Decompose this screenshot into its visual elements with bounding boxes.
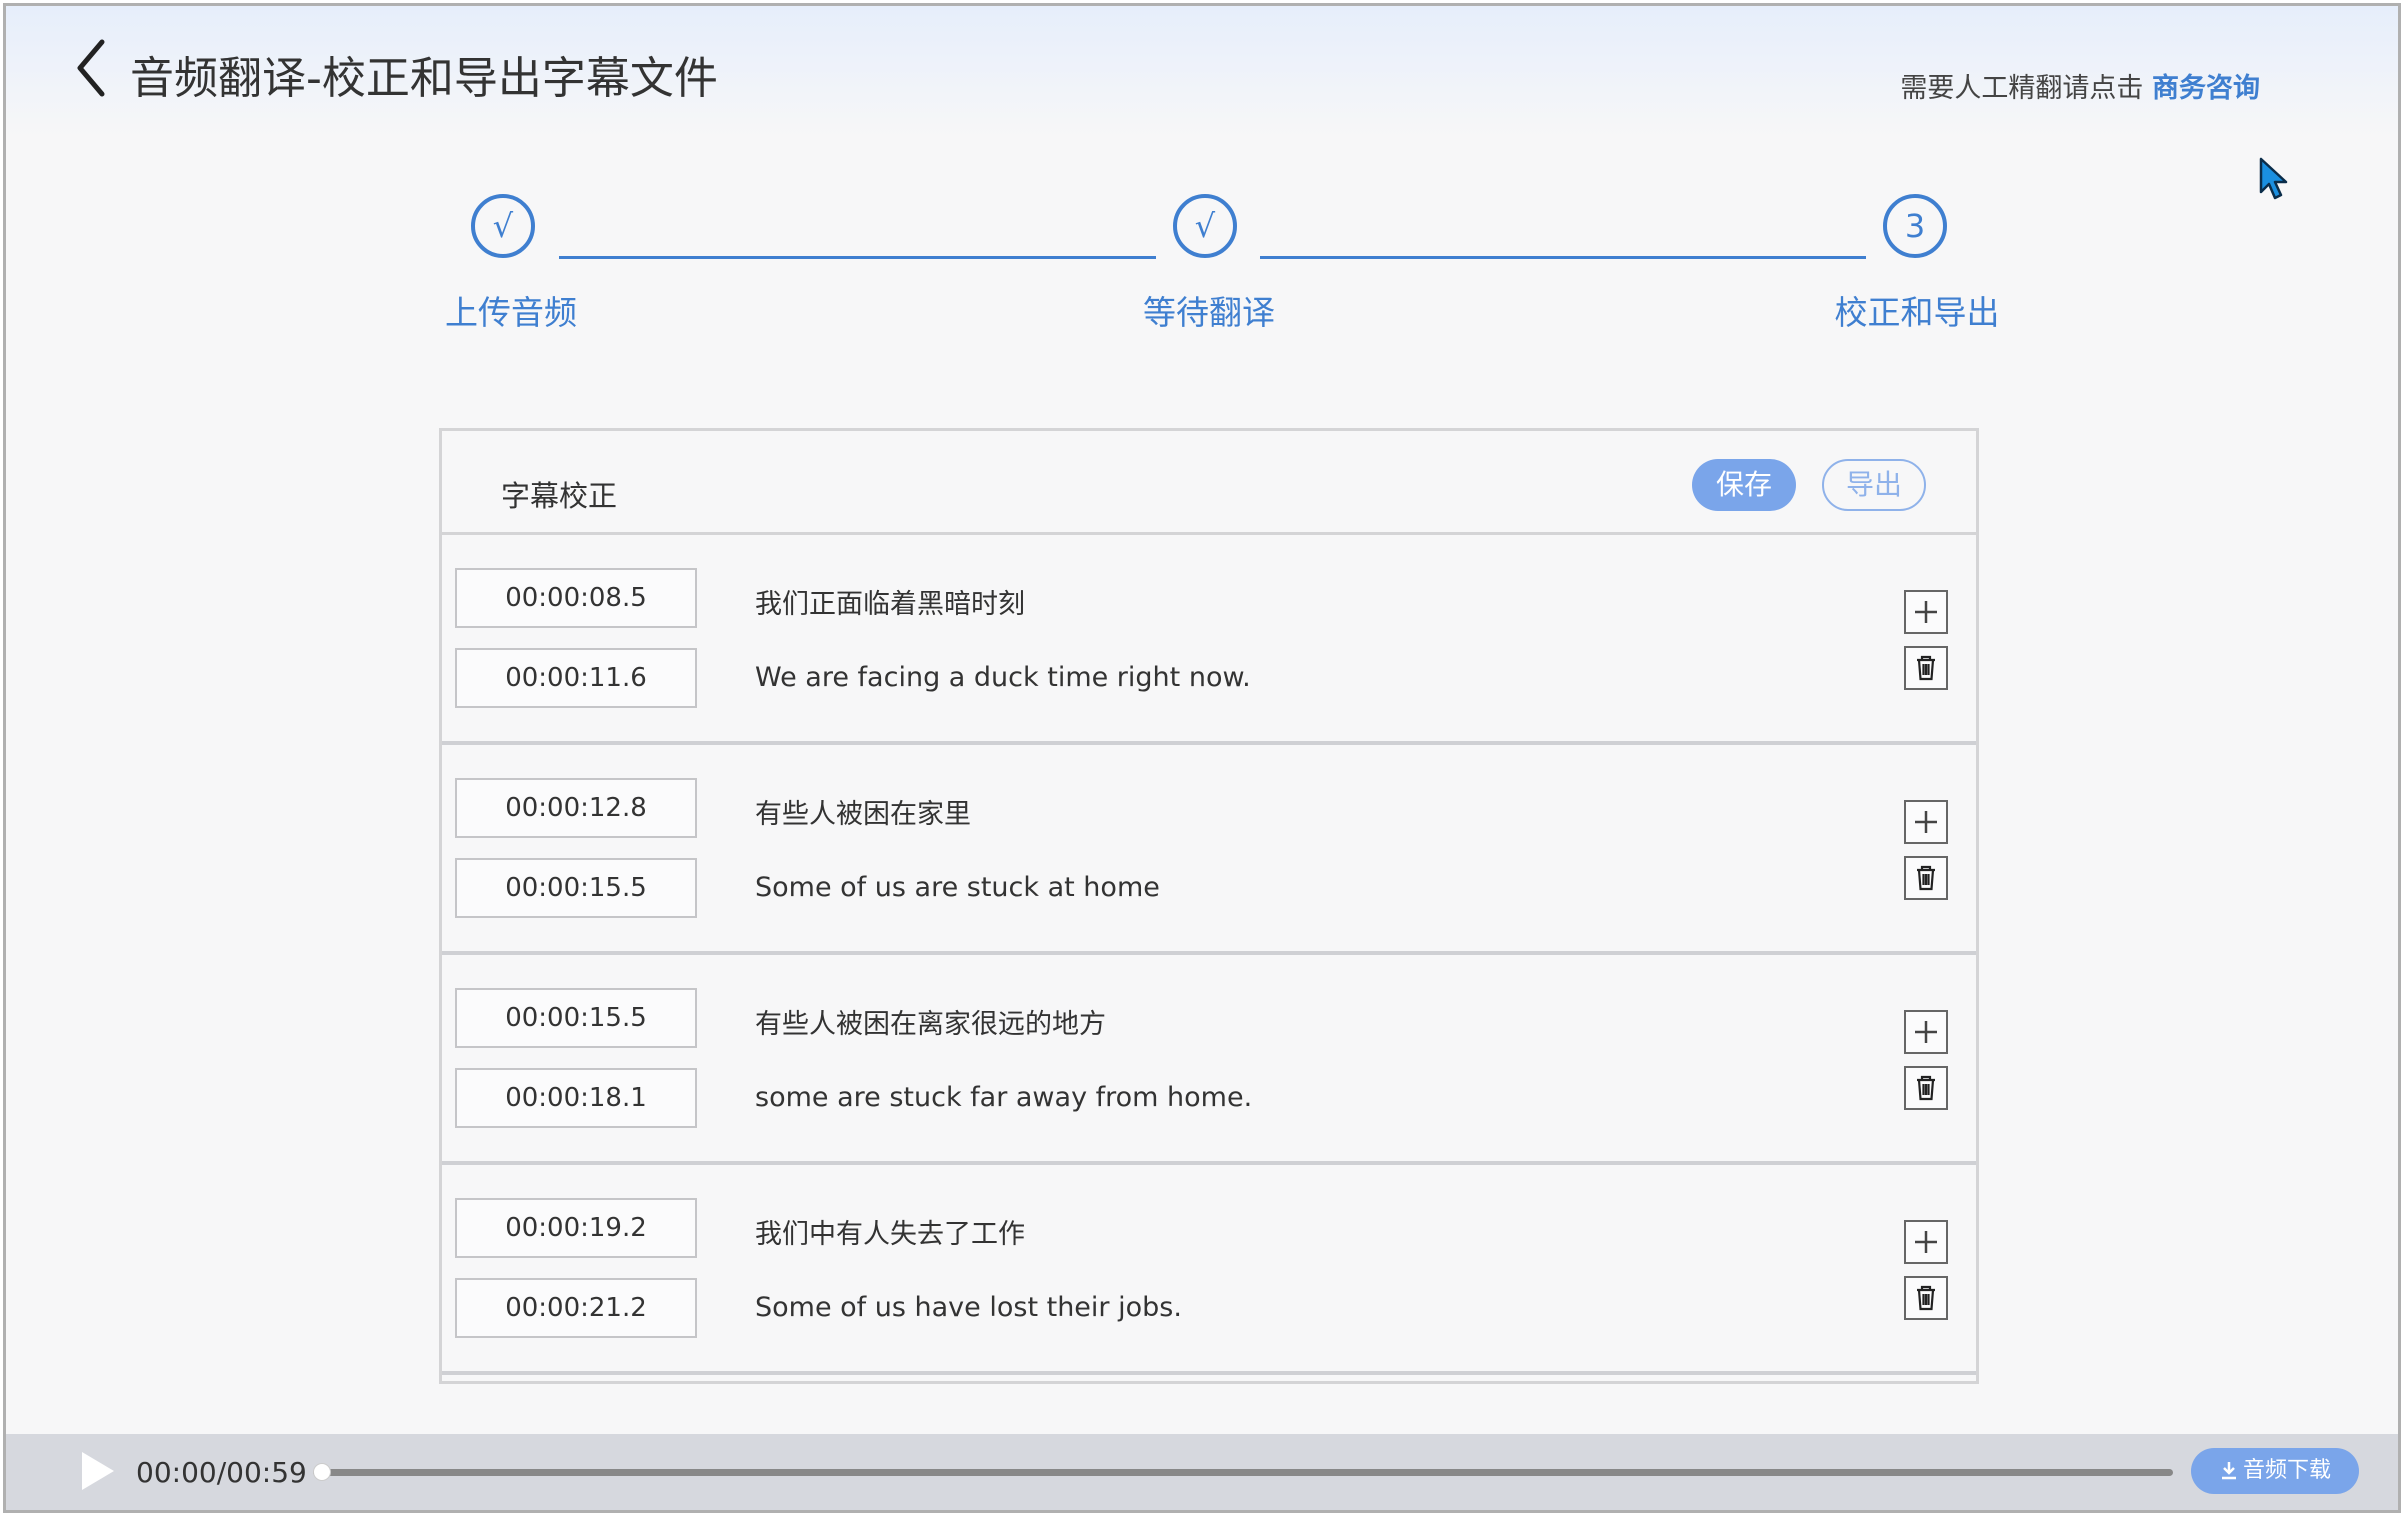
subtitle-segment: 00:00:19.2 00:00:21.2 我们中有人失去了工作 Some of…	[442, 1165, 1976, 1375]
plus-icon	[1915, 601, 1937, 623]
step-3-label: 校正和导出	[1834, 293, 2000, 332]
step-2-label: 等待翻译	[1143, 293, 1275, 332]
end-time-field[interactable]: 00:00:15.5	[455, 858, 697, 918]
translation-text[interactable]: We are facing a duck time right now.	[755, 662, 1251, 693]
step-connector-2	[1260, 256, 1866, 259]
delete-segment-button[interactable]	[1904, 856, 1948, 900]
add-segment-button[interactable]	[1904, 800, 1948, 844]
end-time-field[interactable]: 00:00:18.1	[455, 1068, 697, 1128]
add-segment-button[interactable]	[1904, 590, 1948, 634]
subtitle-segment: 00:00:12.8 00:00:15.5 有些人被困在家里 Some of u…	[442, 745, 1976, 955]
page-title: 音频翻译-校正和导出字幕文件	[130, 53, 718, 104]
trash-icon	[1917, 1075, 1935, 1101]
delete-segment-button[interactable]	[1904, 1276, 1948, 1320]
step-1-label: 上传音频	[445, 293, 577, 332]
delete-segment-button[interactable]	[1904, 646, 1948, 690]
plus-icon	[1915, 1021, 1937, 1043]
translation-text[interactable]: Some of us are stuck at home	[755, 872, 1160, 903]
panel-title: 字幕校正	[501, 479, 618, 513]
business-consult-link[interactable]: 商务咨询	[2152, 73, 2260, 104]
add-segment-button[interactable]	[1904, 1010, 1948, 1054]
trash-icon	[1917, 1285, 1935, 1311]
subtitle-panel: 字幕校正 保存 导出 00:00:08.5 00:00:11.6 我们正面临着黑…	[439, 428, 1979, 1384]
start-time-field[interactable]: 00:00:19.2	[455, 1198, 697, 1258]
start-time-field[interactable]: 00:00:08.5	[455, 568, 697, 628]
source-text: 有些人被困在离家很远的地方	[755, 1009, 1106, 1040]
audio-progress-bar[interactable]	[313, 1463, 2173, 1481]
end-time-field[interactable]: 00:00:11.6	[455, 648, 697, 708]
header: 音频翻译-校正和导出字幕文件 需要人工精翻请点击 商务咨询	[6, 6, 2398, 136]
source-text: 有些人被困在家里	[755, 799, 971, 830]
back-arrow-icon[interactable]	[68, 36, 118, 100]
step-connector-1	[559, 256, 1156, 259]
save-button[interactable]: 保存	[1692, 459, 1796, 511]
trash-icon	[1917, 865, 1935, 891]
progress-knob[interactable]	[313, 1463, 331, 1481]
add-segment-button[interactable]	[1904, 1220, 1948, 1264]
source-text: 我们正面临着黑暗时刻	[755, 589, 1025, 620]
audio-download-button[interactable]: 音频下载	[2191, 1448, 2359, 1494]
panel-header: 字幕校正 保存 导出	[442, 431, 1976, 535]
translation-text[interactable]: some are stuck far away from home.	[755, 1082, 1252, 1113]
play-icon[interactable]	[80, 1450, 116, 1492]
delete-segment-button[interactable]	[1904, 1066, 1948, 1110]
start-time-field[interactable]: 00:00:12.8	[455, 778, 697, 838]
export-button[interactable]: 导出	[1822, 459, 1926, 511]
playback-time: 00:00/00:59	[136, 1456, 307, 1489]
plus-icon	[1915, 811, 1937, 833]
trash-icon	[1917, 655, 1935, 681]
subtitle-segment: 00:00:15.5 00:00:18.1 有些人被困在离家很远的地方 some…	[442, 955, 1976, 1165]
plus-icon	[1915, 1231, 1937, 1253]
step-1-marker: √	[471, 194, 535, 258]
step-3-marker: 3	[1883, 194, 1947, 258]
download-icon	[2221, 1462, 2236, 1480]
end-time-field[interactable]: 00:00:21.2	[455, 1278, 697, 1338]
consult-text: 需要人工精翻请点击	[1900, 73, 2144, 104]
step-2-marker: √	[1173, 194, 1237, 258]
source-text: 我们中有人失去了工作	[755, 1219, 1025, 1250]
start-time-field[interactable]: 00:00:15.5	[455, 988, 697, 1048]
app-window: 音频翻译-校正和导出字幕文件 需要人工精翻请点击 商务咨询 √ √ 3 上传音频…	[3, 3, 2401, 1513]
translation-text[interactable]: Some of us have lost their jobs.	[755, 1292, 1182, 1323]
subtitle-segment: 00:00:08.5 00:00:11.6 我们正面临着黑暗时刻 We are …	[442, 535, 1976, 745]
progress-steps: √ √ 3 上传音频 等待翻译 校正和导出	[6, 191, 2398, 341]
consult-prompt: 需要人工精翻请点击 商务咨询	[1900, 66, 2260, 105]
download-label: 音频下载	[2242, 1458, 2331, 1483]
audio-player-bar: 00:00/00:59 音频下载	[6, 1434, 2398, 1510]
